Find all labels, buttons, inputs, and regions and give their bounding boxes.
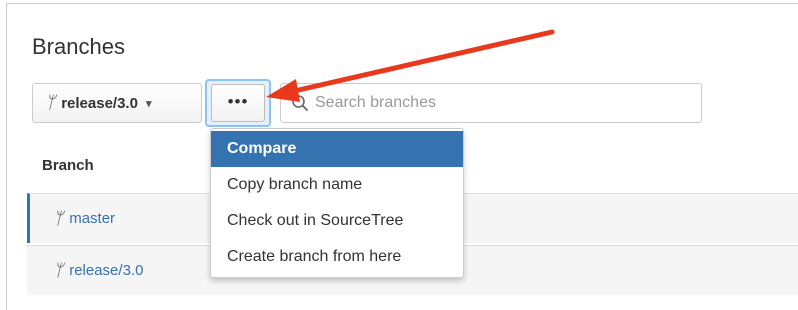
search-input[interactable] xyxy=(313,93,697,113)
menu-item-copy-branch-name[interactable]: Copy branch name xyxy=(211,167,463,203)
branch-selector-label: release/3.0 xyxy=(61,94,138,112)
more-button-focus-ring: ••• xyxy=(205,79,271,127)
column-header-branch: Branch xyxy=(42,157,94,174)
branch-link[interactable]: release/3.0 xyxy=(69,262,143,279)
menu-item-create-branch[interactable]: Create branch from here xyxy=(211,239,463,275)
search-icon xyxy=(292,95,308,111)
menu-item-compare[interactable]: Compare xyxy=(211,131,463,167)
page-title: Branches xyxy=(32,34,125,59)
branch-icon: ᛘ xyxy=(45,93,56,112)
more-actions-button[interactable]: ••• xyxy=(211,84,265,122)
search-box[interactable] xyxy=(280,83,702,123)
more-actions-menu: Compare Copy branch name Check out in So… xyxy=(210,128,464,278)
branch-icon: ᛘ xyxy=(53,260,64,280)
chevron-down-icon: ▾ xyxy=(145,97,152,110)
branch-icon: ᛘ xyxy=(53,208,64,228)
menu-item-check-out-in-sourcetree[interactable]: Check out in SourceTree xyxy=(211,203,463,239)
branch-selector-button[interactable]: ᛘ release/3.0 ▾ xyxy=(32,83,202,123)
branch-link[interactable]: master xyxy=(69,210,115,227)
